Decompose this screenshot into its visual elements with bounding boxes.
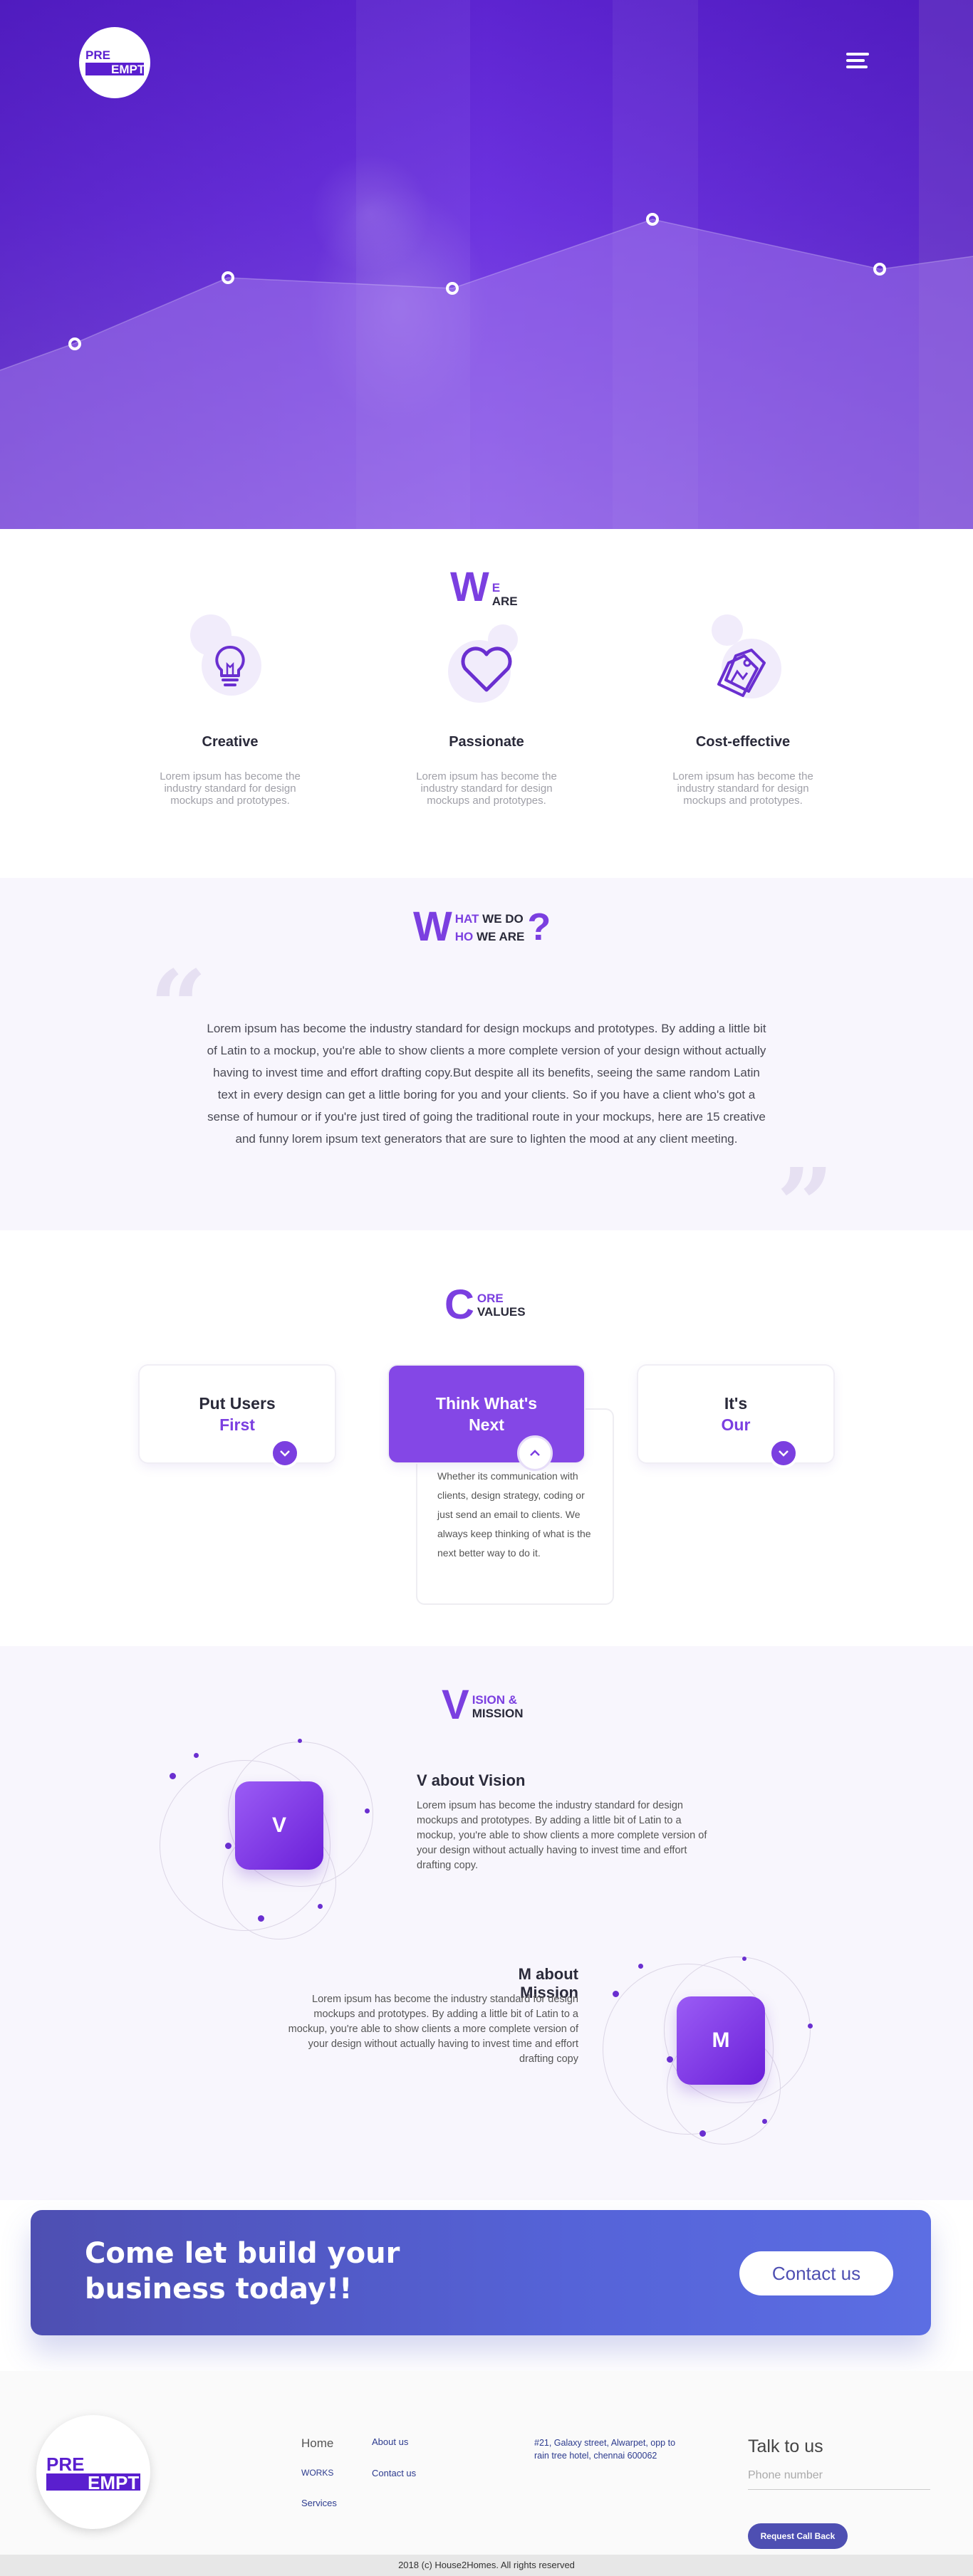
- section-title: W E ARE: [450, 564, 518, 610]
- feature-creative: Creative Lorem ipsum has become the indu…: [145, 614, 316, 807]
- core-value-card-think-next[interactable]: Think What's Next: [389, 1366, 584, 1471]
- hero-banner: PRE EMPT: [0, 0, 973, 529]
- title-line: ARE: [491, 595, 518, 608]
- orbit-dot: [638, 1964, 643, 1969]
- orbit-dot: [298, 1739, 302, 1743]
- heart-icon: [448, 624, 522, 706]
- chevron-down-icon[interactable]: [270, 1438, 300, 1468]
- cta-heading: Come let build your business today!!: [85, 2237, 400, 2305]
- hero-node-dot: [68, 337, 81, 350]
- what-we-do-text: Lorem ipsum has become the industry stan…: [207, 1022, 766, 1146]
- orbit-dot: [365, 1808, 370, 1813]
- title-line: MISSION: [472, 1707, 524, 1720]
- what-we-do-section: W HAT WE DO HO WE ARE ? “ ” Lorem ipsum …: [0, 878, 973, 1255]
- we-are-section: W E ARE Creative Lorem ipsum has become …: [0, 529, 973, 878]
- section-title: W HAT WE DO HO WE ARE ?: [413, 906, 551, 948]
- title-initial: V: [442, 1682, 469, 1728]
- footer-link-services[interactable]: Services: [301, 2498, 337, 2508]
- title-initial: W: [413, 904, 452, 950]
- feature-text: Lorem ipsum has become the industry stan…: [160, 770, 301, 807]
- lightbulb-icon: [190, 614, 266, 706]
- title-initial: C: [444, 1282, 474, 1328]
- title-line: WE ARE: [473, 930, 525, 943]
- section-title: V ISION & MISSION: [442, 1685, 523, 1726]
- title-line: ISION &: [472, 1693, 517, 1707]
- orbit-dot: [170, 1773, 176, 1779]
- core-value-description: Whether its communication with clients, …: [437, 1470, 591, 1559]
- title-line: ORE: [477, 1292, 504, 1305]
- vision-heading: V about Vision: [417, 1771, 526, 1789]
- core-values-section: C ORE VALUES Whether its communication w…: [0, 1230, 973, 1646]
- footer-link-about[interactable]: About us: [372, 2436, 408, 2447]
- footer-link-works[interactable]: WORKS: [301, 2468, 333, 2478]
- feature-title: Cost-effective: [695, 734, 791, 750]
- feature-text: Lorem ipsum has become the industry stan…: [416, 770, 557, 807]
- talk-to-us-heading: Talk to us: [748, 2436, 823, 2456]
- phone-number-input[interactable]: Phone number: [748, 2469, 930, 2490]
- open-quote-icon: “: [150, 949, 207, 1066]
- feature-text: Lorem ipsum has become the industry stan…: [672, 770, 813, 807]
- footer-link-home[interactable]: Home: [301, 2436, 333, 2451]
- title-line: VALUES: [477, 1305, 526, 1319]
- logo-text-empt: EMPT: [111, 63, 145, 76]
- logo-text-pre: PRE: [46, 2454, 85, 2475]
- orbit-dot: [613, 1991, 619, 1997]
- section-title: C ORE VALUES: [444, 1284, 526, 1326]
- hero-node-dot: [873, 263, 886, 276]
- card-title: Put Users: [199, 1394, 276, 1413]
- chevron-up-icon[interactable]: [517, 1435, 553, 1471]
- mission-text: Lorem ipsum has become the industry stan…: [288, 1994, 578, 2065]
- title-line: WE DO: [479, 912, 524, 926]
- title-line: E: [491, 581, 501, 595]
- orbit-dot: [742, 1957, 746, 1961]
- hamburger-menu-icon[interactable]: [846, 53, 869, 73]
- copyright-bar: 2018 (c) House2Homes. All rights reserve…: [0, 2555, 973, 2576]
- feature-passionate: Passionate Lorem ipsum has become the in…: [401, 624, 572, 807]
- mission-tile: M: [677, 1996, 765, 2085]
- orbit-dot: [762, 2119, 767, 2124]
- vision-mission-section: V ISION & MISSION V V about Vision Lorem…: [0, 1646, 973, 2200]
- feature-title: Creative: [202, 734, 259, 750]
- vision-tile: V: [235, 1781, 323, 1870]
- logo-text-empt: EMPT: [88, 2472, 140, 2493]
- card-subtitle: Next: [469, 1415, 504, 1434]
- price-tag-icon: [707, 614, 781, 706]
- cta-banner: Come let build your business today!! Con…: [31, 2210, 931, 2335]
- title-initial: W: [450, 564, 489, 610]
- title-line: HO: [454, 930, 474, 943]
- site-logo[interactable]: PRE EMPT: [79, 27, 150, 98]
- orbit-dot: [699, 2130, 706, 2137]
- feature-cost-effective: Cost-effective Lorem ipsum has become th…: [657, 614, 828, 807]
- orbit-dot: [194, 1753, 199, 1758]
- card-title: Think What's: [435, 1394, 538, 1413]
- title-line: HAT: [454, 912, 479, 926]
- card-subtitle: First: [219, 1415, 255, 1434]
- footer-logo[interactable]: PRE EMPT: [36, 2415, 150, 2529]
- card-title: It's: [724, 1394, 748, 1413]
- orbit-dot: [667, 2056, 673, 2063]
- hero-node-dot: [222, 271, 234, 284]
- core-value-card-its-our[interactable]: It's Our: [638, 1366, 833, 1468]
- card-subtitle: Our: [721, 1415, 751, 1434]
- hero-node-dot: [646, 213, 659, 226]
- orbit-dot: [225, 1843, 231, 1849]
- footer: PRE EMPT Home WORKS Services About us Co…: [0, 2371, 973, 2555]
- footer-address: #21, Galaxy street, Alwarpet, opp to rai…: [534, 2438, 676, 2461]
- footer-link-contact[interactable]: Contact us: [372, 2468, 416, 2478]
- hero-node-dot: [446, 282, 459, 295]
- orbit-dot: [808, 2023, 813, 2028]
- orbit-dot: [258, 1915, 264, 1922]
- core-value-card-users-first[interactable]: Put Users First: [140, 1366, 335, 1468]
- request-call-back-button[interactable]: Request Call Back: [748, 2523, 848, 2549]
- contact-us-button[interactable]: Contact us: [739, 2251, 893, 2295]
- title-question-mark: ?: [527, 906, 551, 948]
- orbit-dot: [318, 1904, 323, 1909]
- chevron-down-icon[interactable]: [769, 1438, 798, 1468]
- vision-text: Lorem ipsum has become the industry stan…: [417, 1800, 707, 1871]
- feature-title: Passionate: [449, 734, 524, 750]
- logo-text-pre: PRE: [85, 48, 110, 62]
